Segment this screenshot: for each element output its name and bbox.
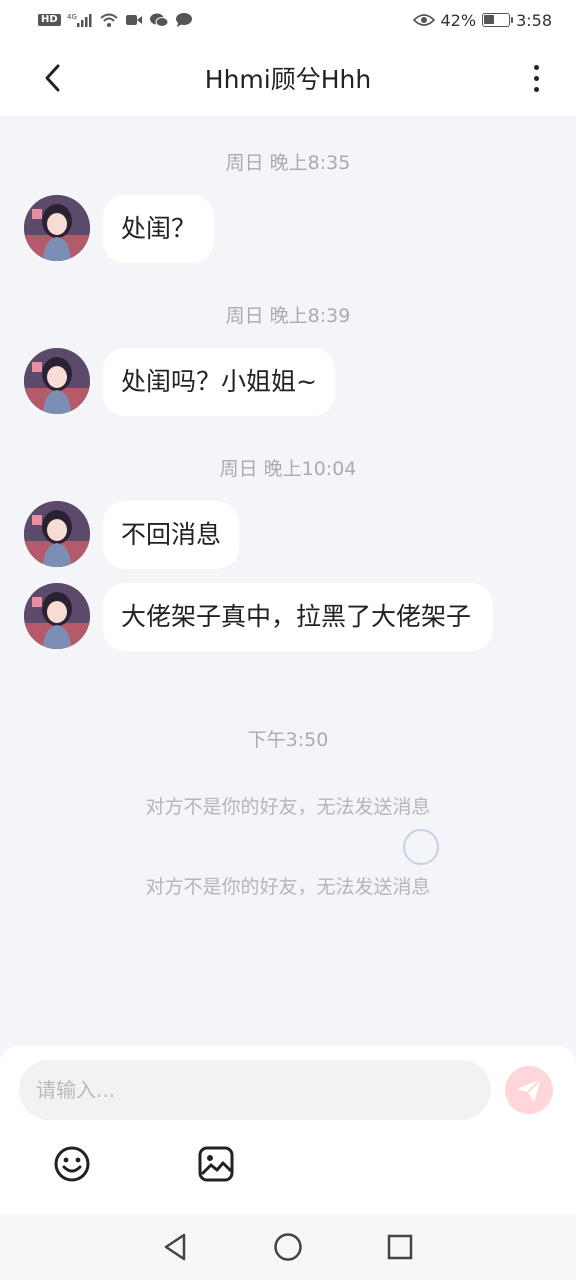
- system-notice: 对方不是你的好友，无法发送消息: [145, 876, 431, 898]
- nav-recents-button[interactable]: [380, 1227, 420, 1267]
- avatar[interactable]: [24, 501, 90, 567]
- triangle-back-icon: [164, 1233, 186, 1261]
- more-dot: [533, 75, 539, 81]
- avatar[interactable]: [24, 583, 90, 649]
- status-bar: HD 4G 42% 3:58: [0, 0, 576, 40]
- nav-home-button[interactable]: [268, 1227, 308, 1267]
- chevron-left-icon: [45, 64, 60, 92]
- avatar[interactable]: [24, 195, 90, 261]
- message-timestamp: 周日 晚上8:39: [225, 305, 351, 327]
- eye-icon: [412, 14, 435, 26]
- system-timestamp: 下午3:50: [247, 729, 329, 751]
- image-button[interactable]: [196, 1144, 236, 1184]
- svg-text:4G: 4G: [67, 13, 77, 21]
- message-timestamp: 周日 晚上8:35: [225, 152, 351, 174]
- wechat-icon: [149, 13, 169, 27]
- message-bubble[interactable]: 不回消息: [103, 501, 240, 569]
- emoji-button[interactable]: [52, 1144, 92, 1184]
- nav-back-button[interactable]: [156, 1227, 196, 1267]
- avatar-illustration: [24, 195, 90, 261]
- status-right: 42% 3:58: [412, 10, 552, 30]
- send-icon: [517, 1078, 542, 1102]
- avatar-illustration: [24, 583, 90, 649]
- system-notice: 对方不是你的好友，无法发送消息: [145, 796, 431, 818]
- message-input[interactable]: [19, 1060, 491, 1120]
- message-row: 处闺？: [24, 195, 215, 263]
- wifi-icon: [100, 13, 118, 27]
- message-row: 处闺吗？小姐姐~: [24, 348, 335, 416]
- message-bubble[interactable]: 处闺？: [103, 195, 215, 263]
- hd-icon: HD: [38, 14, 61, 26]
- chat-header: Hhmi顾兮Hhh: [0, 40, 576, 116]
- circle-home-icon: [274, 1233, 302, 1261]
- message-bubble[interactable]: 处闺吗？小姐姐~: [103, 348, 335, 416]
- battery-level: [484, 15, 495, 24]
- loading-spinner-icon: [403, 829, 439, 865]
- message-row: 大佬架子真中，拉黑了大佬架子: [24, 583, 493, 651]
- page-title: Hhmi顾兮Hhh: [204, 65, 372, 94]
- battery-icon: [482, 13, 514, 27]
- system-nav-bar: [0, 1214, 576, 1280]
- avatar-illustration: [24, 501, 90, 567]
- battery-percent: 42%: [440, 10, 477, 30]
- chat-area[interactable]: 周日 晚上8:35 处闺？ 周日 晚上8:39 处闺吗？小姐姐~ 周日 晚上10…: [0, 116, 576, 1046]
- message-icon: [175, 13, 192, 27]
- more-options-button[interactable]: [522, 60, 550, 96]
- clock: 3:58: [516, 10, 552, 30]
- back-button[interactable]: [36, 60, 68, 96]
- status-left-icons: HD 4G: [38, 12, 193, 28]
- emoji-icon: [54, 1146, 90, 1182]
- avatar-illustration: [24, 348, 90, 414]
- more-dot: [533, 64, 539, 70]
- input-panel: [0, 1046, 576, 1214]
- avatar[interactable]: [24, 348, 90, 414]
- more-dot: [533, 86, 539, 92]
- send-button[interactable]: [505, 1066, 553, 1114]
- square-recents-icon: [387, 1234, 413, 1260]
- message-row: 不回消息: [24, 501, 240, 569]
- video-icon: [125, 15, 142, 25]
- image-icon: [198, 1146, 234, 1182]
- message-timestamp: 周日 晚上10:04: [219, 458, 357, 480]
- 4g-signal-icon: 4G: [67, 13, 92, 27]
- message-bubble[interactable]: 大佬架子真中，拉黑了大佬架子: [103, 583, 493, 651]
